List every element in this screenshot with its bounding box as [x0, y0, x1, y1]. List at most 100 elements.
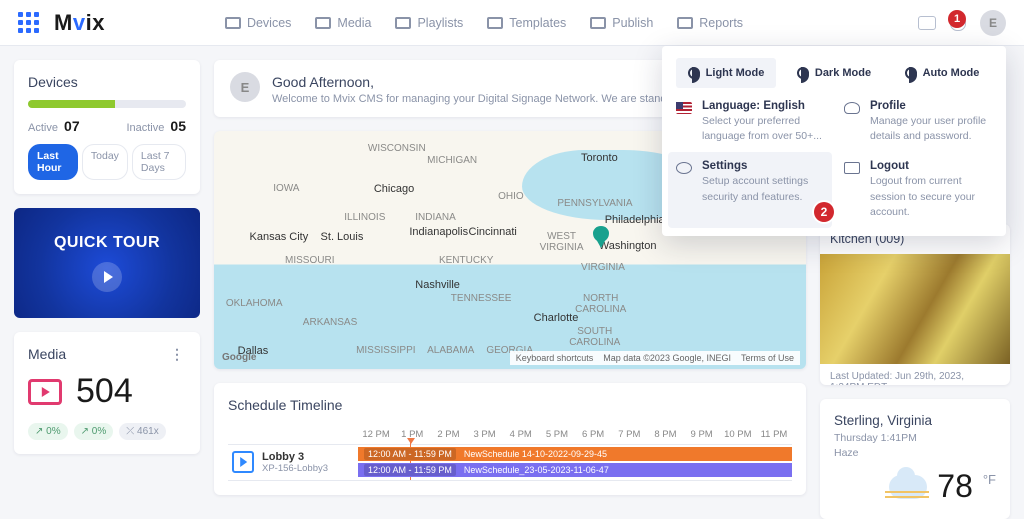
map-label: ARKANSAS	[303, 317, 357, 328]
schedule-row[interactable]: Lobby 3 XP-156-Lobby3 12:00 AM - 11:59 P…	[228, 445, 792, 481]
map-pin-teal[interactable]	[593, 226, 609, 248]
map-label: VIRGINIA	[581, 262, 625, 273]
menu-settings-title: Settings	[702, 160, 824, 172]
logout-icon	[844, 162, 860, 174]
schedule-bar-1[interactable]: 12:00 AM - 11:59 PMNewSchedule 14-10-202…	[358, 447, 792, 461]
google-logo: Google	[222, 352, 256, 363]
media-count: 504	[76, 372, 133, 411]
seg-today[interactable]: Today	[82, 144, 128, 180]
seg-7days[interactable]: Last 7 Days	[132, 144, 186, 180]
playlists-icon	[395, 17, 411, 29]
menu-logout[interactable]: Logout Logout from current session to sec…	[844, 160, 992, 220]
map-label: Nashville	[415, 279, 460, 291]
weather-icon	[889, 475, 927, 499]
map-label: WISCONSIN	[368, 143, 426, 154]
map-data-attr: Map data ©2023 Google, INEGI	[603, 353, 731, 363]
device-preview-card[interactable]: Kitchen (009) Last Updated: Jun 29th, 20…	[820, 224, 1010, 385]
menu-language[interactable]: Language: EnglishSelect your preferred l…	[676, 100, 824, 144]
media-pill-3: ⤫ 461x	[119, 423, 165, 440]
row-device-sub: XP-156-Lobby3	[262, 463, 328, 474]
media-title: Media	[28, 346, 66, 362]
axis-hour: 7 PM	[611, 425, 647, 444]
schedule-bar-2[interactable]: 12:00 AM - 11:59 PMNewSchedule_23-05-202…	[358, 463, 792, 477]
play-icon	[92, 262, 122, 292]
map-label: MISSISSIPPI	[356, 345, 415, 356]
menu-profile-title: Profile	[870, 100, 992, 112]
map-label: KENTUCKY	[439, 255, 493, 266]
mode-auto[interactable]: Auto Mode	[892, 58, 992, 88]
apps-icon[interactable]	[18, 12, 40, 34]
topbar: Mvix Devices Media Playlists Templates P…	[0, 0, 1024, 46]
menu-settings-desc: Setup account settings security and feat…	[702, 174, 824, 204]
map-label: WEST VIRGINIA	[540, 231, 584, 253]
menu-language-title: Language: English	[702, 100, 824, 112]
map-label: MICHIGAN	[427, 155, 477, 166]
weather-card: Sterling, Virginia Thursday 1:41PM Haze …	[820, 399, 1010, 519]
schedule-title: Schedule Timeline	[228, 397, 792, 413]
mode-light[interactable]: Light Mode	[676, 58, 776, 88]
quick-tour-card[interactable]: QUICK TOUR	[14, 208, 200, 318]
map-label: Chicago	[374, 183, 414, 195]
map-label: NORTH CAROLINA	[575, 293, 626, 315]
media-count-icon	[28, 379, 62, 405]
axis-hour: 6 PM	[575, 425, 611, 444]
map-label: Toronto	[581, 152, 618, 164]
weather-condition: Haze	[834, 447, 859, 459]
logo[interactable]: Mvix	[54, 10, 105, 36]
user-avatar[interactable]: E	[980, 10, 1006, 36]
nav-devices-label: Devices	[247, 16, 291, 30]
more-icon[interactable]: ⋮	[170, 346, 186, 363]
main-nav: Devices Media Playlists Templates Publis…	[225, 16, 743, 30]
menu-settings[interactable]: Settings Setup account settings security …	[668, 152, 832, 228]
map-label: ALABAMA	[427, 345, 474, 356]
notification-badge: 1	[948, 10, 966, 28]
menu-logout-title: Logout	[870, 160, 992, 172]
media-pill-1: ↗ 0%	[28, 423, 68, 440]
map-label: OKLAHOMA	[226, 298, 283, 309]
devices-inactive: Inactive 05	[126, 118, 186, 134]
devices-segment: Last Hour Today Last 7 Days	[28, 144, 186, 180]
row-device-name: Lobby 3	[262, 451, 328, 463]
greeting-avatar: E	[230, 72, 260, 102]
quick-tour-title: QUICK TOUR	[24, 234, 190, 252]
menu-logout-desc: Logout from current session to secure yo…	[870, 174, 992, 220]
map-label: SOUTH CAROLINA	[569, 326, 620, 348]
callout-badge-2: 2	[814, 202, 834, 222]
nav-media-label: Media	[337, 16, 371, 30]
weather-temp: 78	[937, 468, 973, 505]
nav-templates[interactable]: Templates	[487, 16, 566, 30]
axis-hour: 11 PM	[756, 425, 792, 444]
chat-icon[interactable]	[918, 16, 936, 30]
devices-icon	[225, 17, 241, 29]
devices-progress	[28, 100, 186, 108]
weather-day: Thursday 1:41PM	[834, 432, 917, 444]
nav-devices[interactable]: Devices	[225, 16, 291, 30]
devices-active: Active 07	[28, 118, 80, 134]
devices-card: Devices Active 07 Inactive 05 Last Hour …	[14, 60, 200, 194]
map-label: ILLINOIS	[344, 212, 385, 223]
axis-hour: 10 PM	[720, 425, 756, 444]
map-keyboard-shortcuts[interactable]: Keyboard shortcuts	[516, 353, 594, 363]
map-terms[interactable]: Terms of Use	[741, 353, 794, 363]
axis-hour: 3 PM	[467, 425, 503, 444]
menu-profile[interactable]: ProfileManage your user profile details …	[844, 100, 992, 144]
schedule-card: Schedule Timeline 12 PM 1 PM 2 PM 3 PM 4…	[214, 383, 806, 495]
flag-icon	[676, 102, 692, 114]
nav-publish[interactable]: Publish	[590, 16, 653, 30]
user-dropdown: Light Mode Dark Mode Auto Mode Language:…	[662, 46, 1006, 236]
map-label: INDIANA	[415, 212, 456, 223]
nav-reports[interactable]: Reports	[677, 16, 743, 30]
device-preview-image	[820, 254, 1010, 364]
device-icon	[232, 451, 254, 473]
nav-playlists[interactable]: Playlists	[395, 16, 463, 30]
mode-dark[interactable]: Dark Mode	[784, 58, 884, 88]
profile-icon	[844, 102, 860, 114]
map-label: Charlotte	[534, 312, 579, 324]
seg-last-hour[interactable]: Last Hour	[28, 144, 78, 180]
nav-publish-label: Publish	[612, 16, 653, 30]
nav-playlists-label: Playlists	[417, 16, 463, 30]
weather-city: Sterling, Virginia	[834, 413, 996, 428]
map-label: St. Louis	[321, 231, 364, 243]
axis-hour: 8 PM	[647, 425, 683, 444]
nav-media[interactable]: Media	[315, 16, 371, 30]
